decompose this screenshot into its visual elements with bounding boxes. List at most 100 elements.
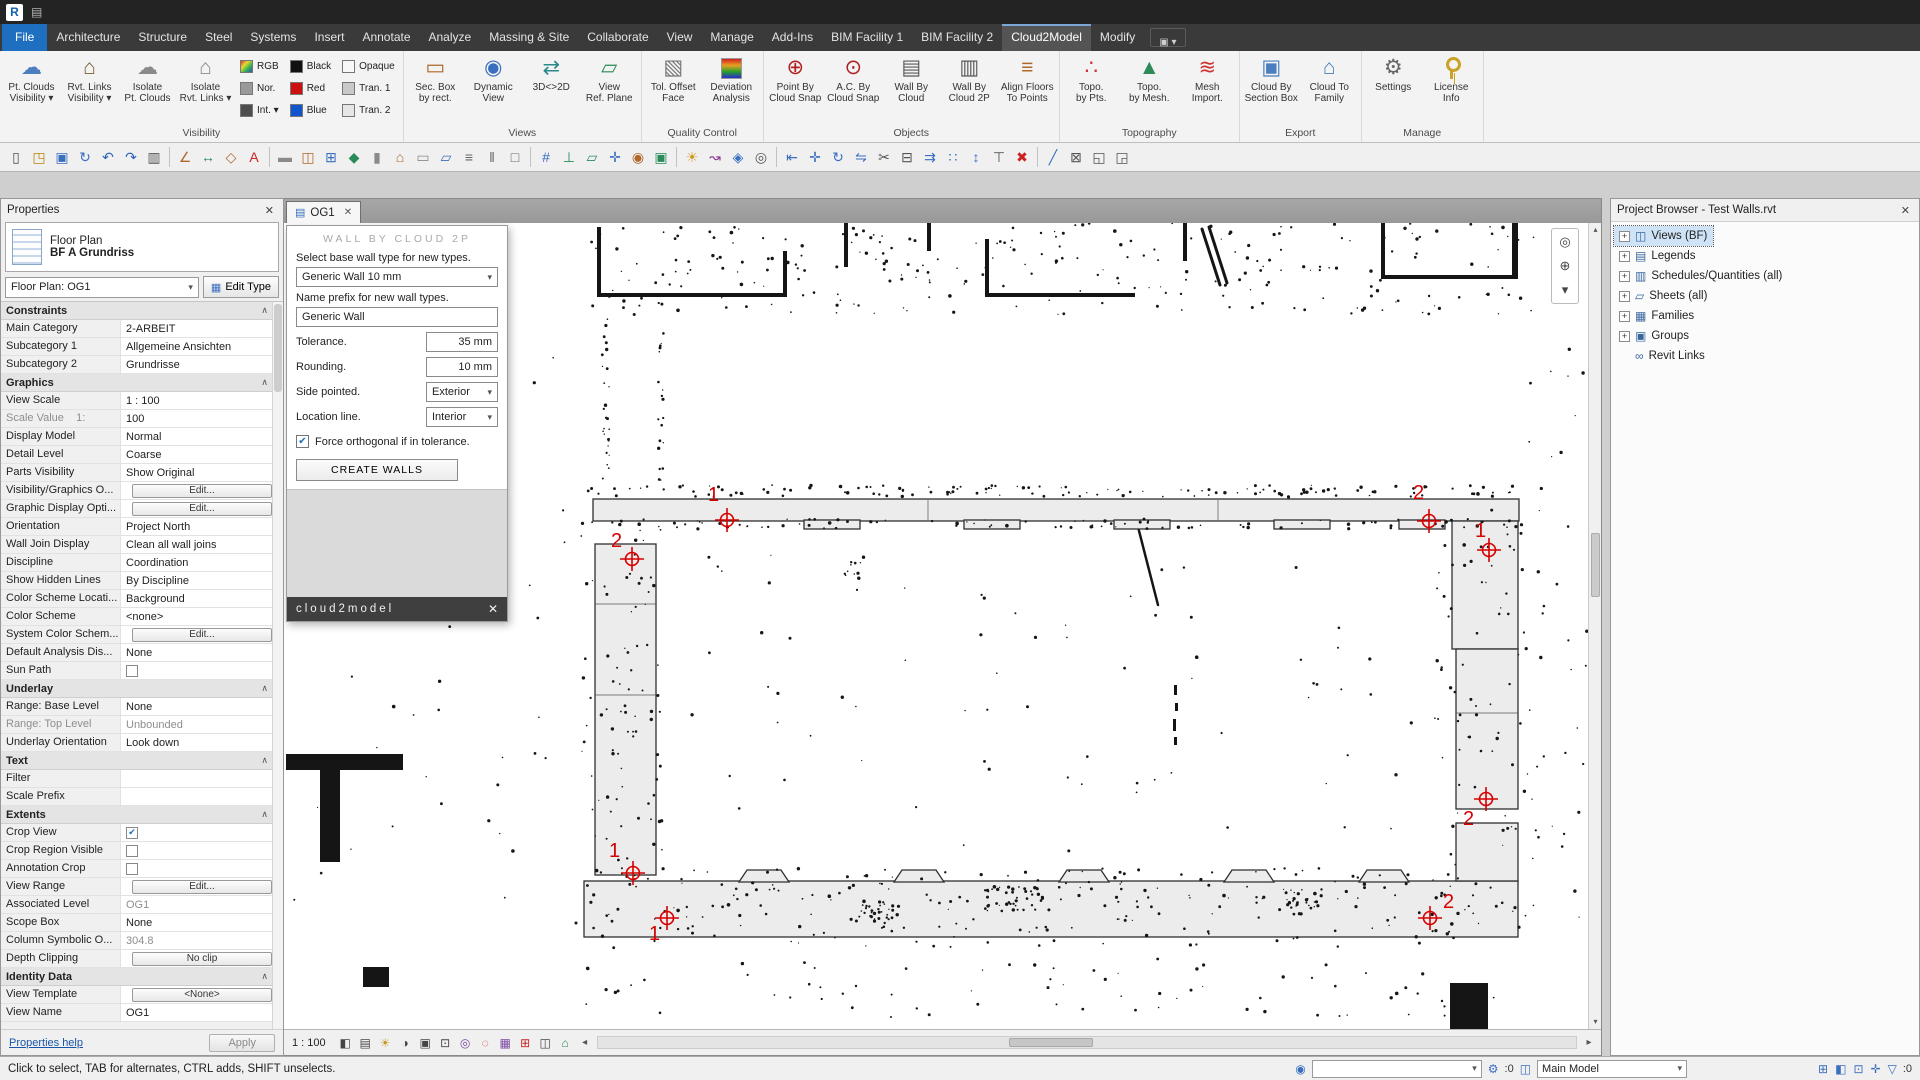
topo-by-points-button[interactable]: ∴Topo. by Pts. — [1063, 53, 1120, 123]
scrollbar-thumb[interactable] — [274, 304, 282, 392]
property-value[interactable] — [121, 842, 283, 859]
opaque-button[interactable]: Opaque — [337, 56, 400, 77]
tab-annotate[interactable]: Annotate — [353, 24, 419, 51]
close-inactive-views-icon[interactable]: ⊠ — [1065, 146, 1087, 168]
align-floors-to-points-button[interactable]: ≡Align Floors To Points — [999, 53, 1056, 123]
floor-plan-walls[interactable] — [584, 499, 1519, 937]
property-section-extents[interactable]: Extents∧ — [1, 806, 283, 824]
design-options-select[interactable]: Main Model ▾ — [1537, 1060, 1687, 1078]
property-value[interactable]: Allgemeine Ansichten — [121, 338, 283, 355]
tab-file[interactable]: File — [2, 24, 47, 51]
aligned-dimension-icon[interactable]: ↔ — [197, 146, 219, 168]
base-wall-type-select[interactable]: Generic Wall 10 mm ▾ — [296, 267, 498, 287]
property-value[interactable]: Grundrisse — [121, 356, 283, 373]
property-value[interactable]: 304.8 — [121, 932, 283, 949]
license-info-button[interactable]: License Info — [1423, 53, 1480, 123]
drag-on-selection-toggle-icon[interactable]: ✛ — [1870, 1062, 1882, 1076]
file-list-icon[interactable]: ▤ — [31, 5, 42, 19]
temporary-hide-isolate-icon[interactable]: ◎ — [456, 1033, 475, 1052]
select-links-toggle-icon[interactable]: ⊞ — [1817, 1062, 1829, 1076]
depth-clipping-button[interactable]: No clip — [132, 952, 272, 966]
measure-icon[interactable]: ∠ — [174, 146, 196, 168]
view-template-button[interactable]: <None> — [132, 988, 272, 1002]
intensity-mode-button[interactable]: Int. ▾ — [235, 100, 284, 121]
tab-structure[interactable]: Structure — [129, 24, 196, 51]
column-tool-icon[interactable]: ▮ — [366, 146, 388, 168]
point-by-cloud-snap-button[interactable]: ⊕Point By Cloud Snap — [767, 53, 824, 123]
normals-mode-button[interactable]: Nor. — [235, 78, 284, 99]
edit-type-button[interactable]: ▦ Edit Type — [203, 276, 279, 298]
roof-tool-icon[interactable]: ⌂ — [389, 146, 411, 168]
property-value[interactable]: None — [121, 644, 283, 661]
worksets-icon[interactable]: ◉ — [1294, 1062, 1306, 1076]
system-color-schem-button[interactable]: Edit... — [132, 628, 272, 642]
mesh-import-button[interactable]: ≋Mesh Import. — [1179, 53, 1236, 123]
view-range-button[interactable]: Edit... — [132, 880, 272, 894]
scroll-left-icon[interactable]: ◂ — [577, 1037, 593, 1048]
property-value[interactable] — [121, 770, 283, 787]
visibility-graphics-o-button[interactable]: Edit... — [132, 484, 272, 498]
ac-by-cloud-snap-button[interactable]: ⊙A.C. By Cloud Snap — [825, 53, 882, 123]
type-selector[interactable]: Floor Plan BF A Grundriss — [5, 222, 279, 272]
shadows-icon[interactable]: ◑ — [396, 1033, 415, 1052]
wall-by-cloud-2p-button[interactable]: ▥Wall By Cloud 2P — [941, 53, 998, 123]
deviation-analysis-button[interactable]: Deviation Analysis — [703, 53, 760, 123]
property-value[interactable]: Background — [121, 590, 283, 607]
settings-button[interactable]: ⚙Settings — [1365, 53, 1422, 123]
annotation-crop-checkbox[interactable] — [126, 863, 138, 875]
horizontal-scrollbar[interactable] — [597, 1036, 1577, 1049]
temporary-view-properties-icon[interactable]: ▦ — [496, 1033, 515, 1052]
tab-systems[interactable]: Systems — [241, 24, 305, 51]
close-view-tab-icon[interactable]: ✕ — [344, 207, 352, 218]
analytical-model-icon[interactable]: ⌂ — [556, 1033, 575, 1052]
browser-item-families[interactable]: +▦Families — [1614, 306, 1700, 326]
property-value[interactable]: OG1 — [121, 1004, 283, 1021]
sun-path-icon[interactable]: ☀ — [376, 1033, 395, 1052]
close-panel-icon[interactable]: ✕ — [488, 602, 498, 616]
create-walls-button[interactable]: CREATE WALLS — [296, 459, 458, 481]
move-icon[interactable]: ✛ — [804, 146, 826, 168]
tab-bim-facility-2[interactable]: BIM Facility 2 — [912, 24, 1002, 51]
close-properties-icon[interactable]: ✕ — [262, 204, 277, 217]
walkthrough-icon[interactable]: ↝ — [704, 146, 726, 168]
browser-item-legends[interactable]: +▤Legends — [1614, 246, 1701, 266]
property-value[interactable]: OG1 — [121, 896, 283, 913]
ceiling-tool-icon[interactable]: ▱ — [435, 146, 457, 168]
tab-view[interactable]: View — [658, 24, 702, 51]
topo-by-mesh-button[interactable]: ▲Topo. by Mesh. — [1121, 53, 1178, 123]
property-section-identity-data[interactable]: Identity Data∧ — [1, 968, 283, 986]
tab-architecture[interactable]: Architecture — [47, 24, 129, 51]
browser-item-schedules-quantities-all[interactable]: +▥Schedules/Quantities (all) — [1614, 266, 1788, 286]
properties-help-link[interactable]: Properties help — [9, 1037, 83, 1049]
property-section-text[interactable]: Text∧ — [1, 752, 283, 770]
apply-button[interactable]: Apply — [209, 1034, 275, 1052]
tab-cloud2model[interactable]: Cloud2Model — [1002, 24, 1091, 51]
grid-tool-icon[interactable]: # — [535, 146, 557, 168]
redo-icon[interactable]: ↷ — [120, 146, 142, 168]
rotate-icon[interactable]: ↻ — [827, 146, 849, 168]
browser-item-revit-links[interactable]: ∞Revit Links — [1614, 346, 1711, 366]
save-file-icon[interactable]: ▣ — [51, 146, 73, 168]
property-value[interactable]: Normal — [121, 428, 283, 445]
trim-icon[interactable]: ✂ — [873, 146, 895, 168]
floor-tool-icon[interactable]: ▭ — [412, 146, 434, 168]
render-icon[interactable]: ☀ — [681, 146, 703, 168]
text-note-icon[interactable]: A — [243, 146, 265, 168]
wall-by-cloud-button[interactable]: ▤Wall By Cloud — [883, 53, 940, 123]
property-value[interactable]: Project North — [121, 518, 283, 535]
property-value[interactable]: Unbounded — [121, 716, 283, 733]
select-underlay-toggle-icon[interactable]: ◧ — [1834, 1062, 1847, 1076]
isolate-rvt-links-button[interactable]: ⌂Isolate Rvt. Links ▾ — [177, 53, 234, 123]
ref-plane-tool-icon[interactable]: ▱ — [581, 146, 603, 168]
worksharing-display-icon[interactable]: ◫ — [536, 1033, 555, 1052]
properties-scrollbar[interactable] — [272, 302, 283, 1029]
property-value[interactable]: Clean all wall joins — [121, 536, 283, 553]
show-constraints-icon[interactable]: ⊞ — [516, 1033, 535, 1052]
color-blue-button[interactable]: Blue — [285, 100, 336, 121]
railing-tool-icon[interactable]: ‖ — [481, 146, 503, 168]
show-crop-region-icon[interactable]: ⊡ — [436, 1033, 455, 1052]
property-value[interactable] — [121, 662, 283, 679]
visual-style-icon[interactable]: ◧ — [336, 1033, 355, 1052]
tag-by-category-icon[interactable]: ◇ — [220, 146, 242, 168]
rvt-links-visibility-button[interactable]: ⌂Rvt. Links Visibility ▾ — [61, 53, 118, 123]
